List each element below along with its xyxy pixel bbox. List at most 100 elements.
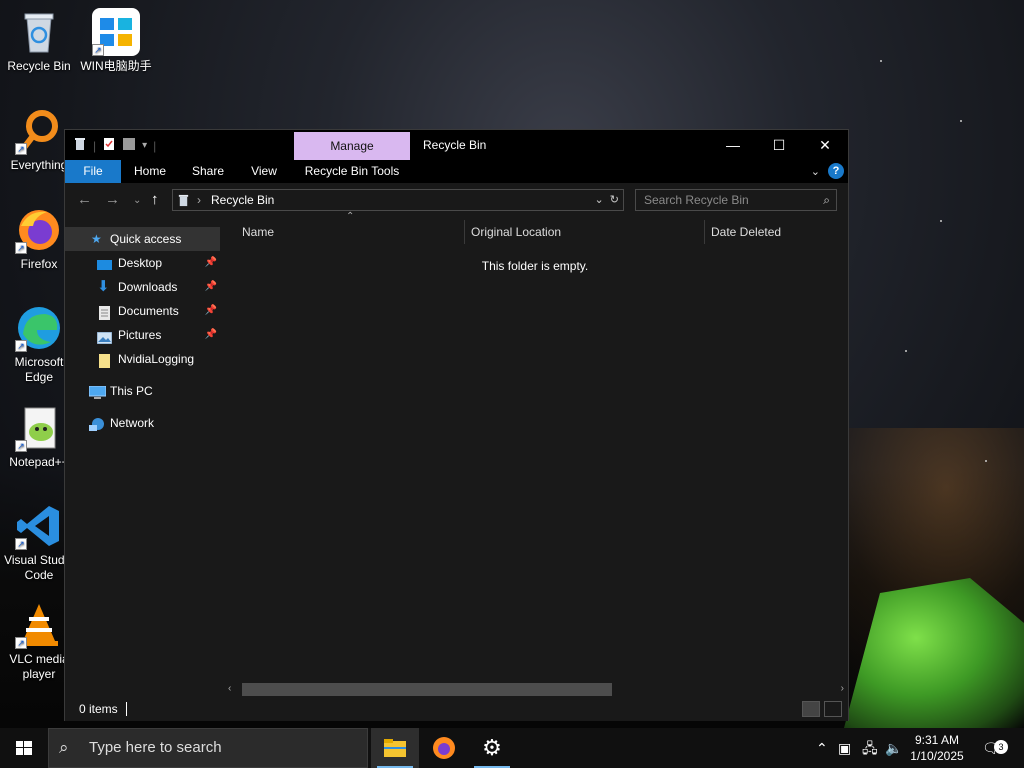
navigation-pane: ★ Quick access Desktop 📌 ⬇ Downloads 📌 D… [65, 217, 222, 697]
maximize-button[interactable]: ☐ [756, 130, 802, 160]
new-folder-icon[interactable] [122, 137, 136, 154]
column-header-date-deleted[interactable]: Date Deleted [711, 217, 841, 245]
properties-icon[interactable] [102, 137, 116, 154]
shortcut-arrow-icon: ↗ [15, 143, 27, 155]
large-icons-view-icon[interactable] [824, 701, 842, 717]
shortcut-arrow-icon: ↗ [15, 340, 27, 352]
navigation-bar: ← → ⌄ ↑ › Recycle Bin ⌄ ↻ Search Recycle… [65, 183, 848, 217]
action-center-button[interactable]: 🗨 3 [982, 728, 1012, 768]
nav-downloads[interactable]: ⬇ Downloads 📌 [65, 275, 220, 299]
tab-home[interactable]: Home [127, 160, 173, 183]
ribbon-tabs: File Home Share View Recycle Bin Tools ⌄… [65, 160, 848, 183]
wallpaper-star [985, 460, 987, 462]
file-list: ⌃ Name Original Location Date Deleted Th… [222, 211, 848, 697]
clock-time: 9:31 AM [914, 733, 960, 747]
pin-icon[interactable]: 📌 [205, 323, 217, 347]
window-title: Recycle Bin [423, 138, 487, 152]
minimize-button[interactable]: — [710, 130, 756, 160]
column-divider[interactable] [704, 220, 705, 244]
shortcut-arrow-icon: ↗ [15, 440, 27, 452]
system-clock[interactable]: 9:31 AM 1/10/2025 [904, 732, 970, 764]
gear-icon: ⚙ [482, 735, 502, 760]
taskbar-firefox[interactable] [420, 728, 468, 768]
taskbar-file-explorer[interactable] [371, 728, 419, 768]
address-dropdown-icon[interactable]: ⌄ [594, 194, 603, 206]
folder-icon [98, 352, 113, 368]
download-arrow-icon: ⬇ [97, 278, 110, 295]
everything-icon: ↗ [15, 107, 63, 155]
nav-label: Pictures [118, 328, 162, 342]
nav-label: Downloads [118, 280, 178, 294]
scrollbar-thumb[interactable] [242, 683, 612, 696]
firefox-icon [433, 737, 455, 759]
pin-icon[interactable]: 📌 [205, 299, 217, 323]
scroll-left-icon[interactable]: ‹ [228, 681, 231, 697]
star-icon: ★ [91, 232, 102, 246]
title-bar[interactable]: | ▾ | Manage Recycle Bin — ☐ ✕ [65, 130, 848, 160]
firefox-icon: ↗ [15, 206, 63, 254]
taskbar-settings[interactable]: ⚙ [468, 728, 516, 768]
column-header-name[interactable]: Name [242, 217, 462, 245]
nav-network[interactable]: Network [65, 411, 220, 435]
breadcrumb-recycle-bin[interactable]: Recycle Bin [211, 190, 274, 210]
caption-buttons: — ☐ ✕ [710, 130, 848, 160]
qat-divider: | [153, 138, 157, 153]
vscode-icon: ↗ [15, 502, 63, 550]
volume-muted-icon[interactable]: 🔈 [885, 728, 902, 768]
desktop-icon-label: WIN电脑助手 [80, 59, 152, 73]
horizontal-scrollbar[interactable]: ‹ › [222, 681, 848, 697]
computer-icon [88, 384, 107, 399]
desktop-icon-label: Recycle Bin [7, 59, 71, 73]
scroll-right-icon[interactable]: › [841, 681, 844, 697]
file-explorer-icon [384, 739, 406, 757]
clock-date: 1/10/2025 [910, 749, 964, 763]
search-icon: ⌕ [823, 193, 830, 207]
pin-icon[interactable]: 📌 [205, 275, 217, 299]
wallpaper-star [940, 220, 942, 222]
refresh-icon[interactable]: ↻ [610, 194, 619, 206]
documents-icon [98, 304, 113, 320]
help-icon[interactable]: ? [828, 163, 844, 179]
desktop-icon-recycle-bin[interactable]: Recycle Bin [1, 8, 77, 74]
close-button[interactable]: ✕ [802, 130, 848, 160]
column-header-original-location[interactable]: Original Location [471, 217, 701, 245]
tab-view[interactable]: View [243, 160, 285, 183]
nav-documents[interactable]: Documents 📌 [65, 299, 220, 323]
nav-label: Quick access [110, 232, 182, 246]
nav-label: Documents [118, 304, 179, 318]
column-divider[interactable] [464, 220, 465, 244]
details-view-icon[interactable] [802, 701, 820, 717]
nav-nvidialogging[interactable]: NvidiaLogging [65, 347, 220, 371]
wallpaper-star [905, 350, 907, 352]
back-arrow-icon[interactable]: ← [77, 191, 92, 208]
taskbar-search-box[interactable]: ⌕ Type here to search [48, 728, 368, 768]
search-icon: ⌕ [59, 738, 69, 757]
start-button[interactable] [0, 728, 48, 768]
nav-quick-access[interactable]: ★ Quick access [65, 227, 220, 251]
tab-manage[interactable]: Manage [294, 132, 410, 160]
vlc-icon: ↗ [15, 601, 63, 649]
tab-recycle-bin-tools[interactable]: Recycle Bin Tools [294, 160, 410, 183]
recent-locations-chevron-icon[interactable]: ⌄ [133, 195, 141, 206]
win-assistant-icon: ↗ [92, 8, 140, 56]
tab-share[interactable]: Share [185, 160, 231, 183]
shortcut-arrow-icon: ↗ [15, 637, 27, 649]
desktop-icon-win-assistant[interactable]: ↗ WIN电脑助手 [78, 8, 154, 74]
tab-file[interactable]: File [65, 160, 121, 183]
nav-desktop[interactable]: Desktop 📌 [65, 251, 220, 275]
address-bar[interactable]: › Recycle Bin ⌄ ↻ [172, 189, 624, 211]
pin-icon[interactable]: 📌 [205, 251, 217, 275]
nav-this-pc[interactable]: This PC [65, 379, 220, 403]
up-arrow-icon[interactable]: ↑ [151, 191, 159, 208]
ribbon-controls: ⌄ ? [811, 163, 844, 179]
qat-customize-icon[interactable]: ▾ [142, 140, 147, 151]
tray-app-icon[interactable]: ▣ [838, 728, 851, 768]
show-hidden-icons-chevron-icon[interactable]: ⌃ [816, 728, 828, 768]
network-status-icon[interactable]: 🖧 [862, 728, 878, 768]
shortcut-arrow-icon: ↗ [15, 538, 27, 550]
search-box[interactable]: Search Recycle Bin ⌕ [635, 189, 837, 211]
forward-arrow-icon[interactable]: → [105, 191, 120, 208]
nav-pictures[interactable]: Pictures 📌 [65, 323, 220, 347]
expand-ribbon-icon[interactable]: ⌄ [811, 165, 820, 178]
recycle-bin-icon [15, 8, 63, 56]
